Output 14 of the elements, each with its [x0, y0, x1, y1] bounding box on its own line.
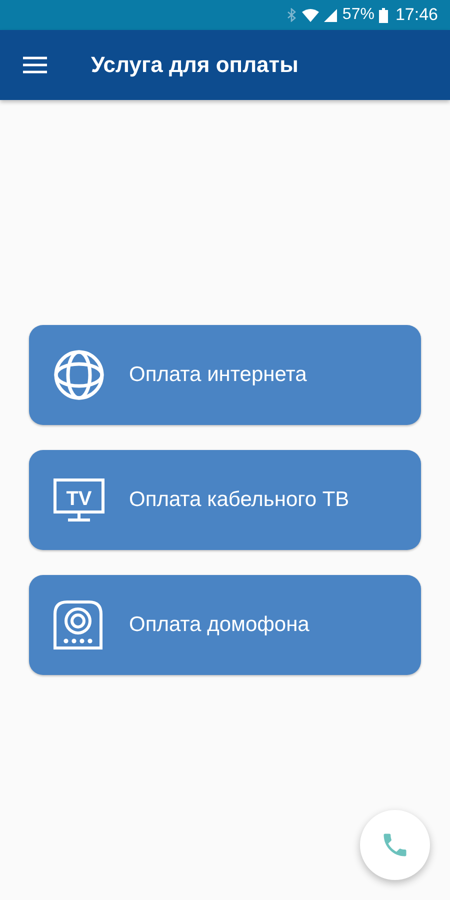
service-button[interactable]: TV Оплата кабельного ТВ [29, 450, 421, 550]
bluetooth-icon [287, 8, 298, 22]
clock: 17:46 [395, 5, 438, 25]
wifi-icon [302, 8, 320, 22]
intercom-icon [53, 600, 103, 650]
menu-icon [23, 56, 47, 74]
menu-button[interactable] [23, 56, 47, 74]
battery-percent: 57% [342, 6, 374, 24]
app-bar-title: Услуга для оплаты [91, 52, 298, 78]
battery-icon [379, 8, 388, 22]
service-button[interactable]: Оплата интернета [29, 325, 421, 425]
service-button[interactable]: Оплата домофона [29, 575, 421, 675]
signal-icon [324, 8, 338, 22]
globe-icon [53, 349, 105, 401]
